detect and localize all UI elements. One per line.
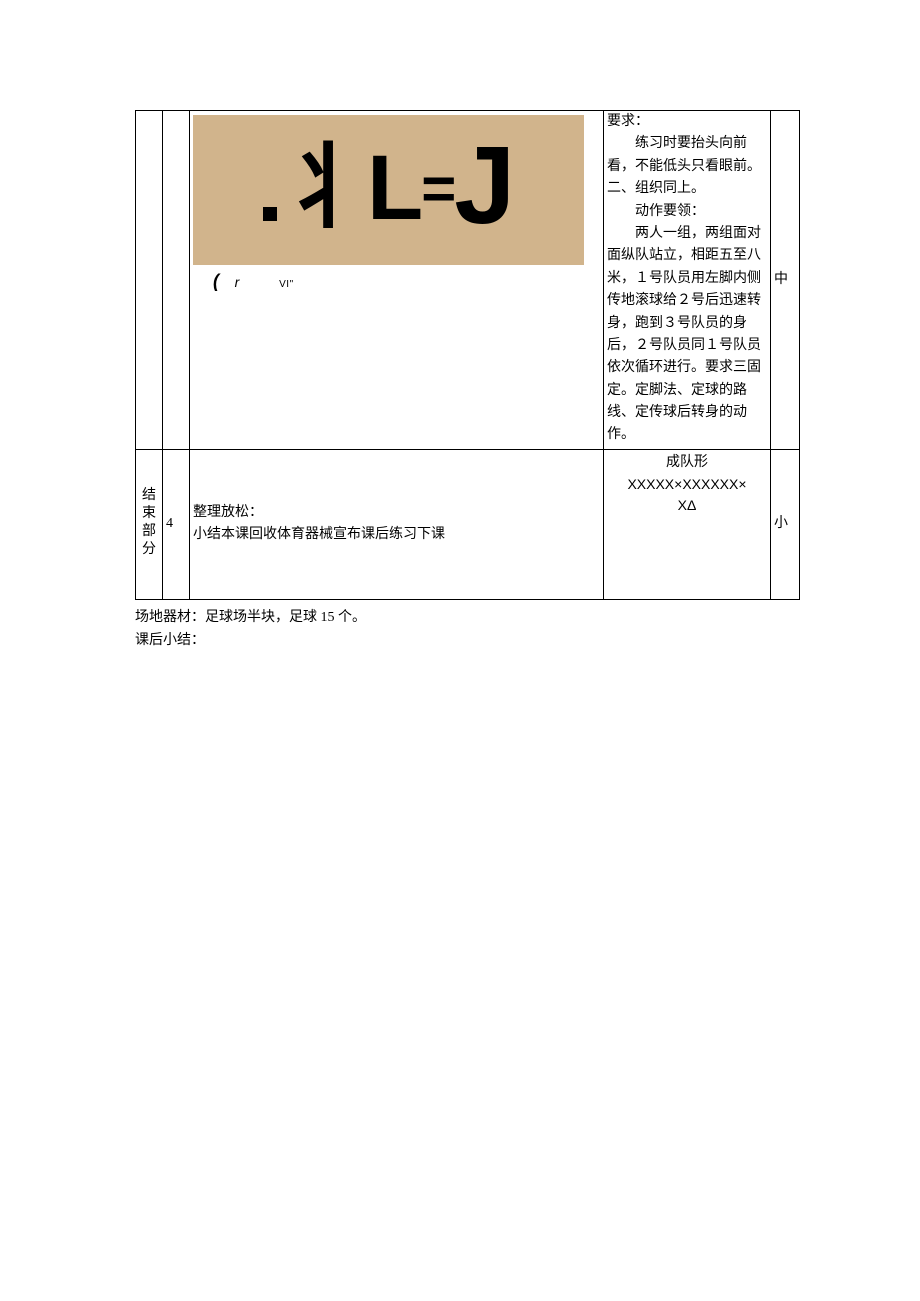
essentials-body: 两人一组，两组面对面纵队站立，相距五至八米，１号队员用左脚内侧传地滚球给２号后迅…: [607, 223, 767, 447]
document-page: 丬L=J ( r VI" 要求： 练习时要抬头向前看，不能低头只看眼前。 二、组…: [0, 0, 920, 653]
lesson-plan-table: 丬L=J ( r VI" 要求： 练习时要抬头向前看，不能低头只看眼前。 二、组…: [135, 110, 800, 600]
caption-paren: (: [213, 271, 219, 291]
formation-line2: XΔ: [607, 495, 767, 516]
requirement-label: 要求：: [607, 111, 767, 133]
level-cell: 中: [771, 111, 800, 450]
equipment-label: 场地器材：: [135, 610, 205, 625]
caption-r: r: [235, 274, 240, 290]
glyph-l: L: [367, 137, 419, 239]
glyph-eq: =: [421, 155, 452, 222]
summary-line: 课后小结：: [135, 629, 800, 653]
formation-heading: 成队形: [607, 452, 767, 474]
level-cell: 小: [771, 449, 800, 599]
glyph-j: J: [454, 131, 511, 241]
formation-line1: XXXXX×XXXXXX×: [607, 474, 767, 495]
content-cell: 整理放松： 小结本课回收体育器械宣布课后练习下课: [190, 449, 604, 599]
content-line1: 整理放松：: [193, 502, 600, 524]
below-image-caption: ( r VI": [213, 267, 600, 296]
caption-vi: VI": [279, 277, 294, 293]
after-table-notes: 场地器材：足球场半块，足球 15 个。 课后小结：: [135, 606, 800, 654]
table-row: 结束部分 4 整理放松： 小结本课回收体育器械宣布课后练习下课 成队形 XXXX…: [136, 449, 800, 599]
num-value: 4: [166, 516, 173, 531]
diagram-image: 丬L=J: [193, 115, 584, 265]
glyph-y: 丬: [279, 137, 367, 239]
section2-label: 二、组织同上。: [607, 178, 767, 200]
section-cell: 结束部分: [136, 449, 163, 599]
section-cell: [136, 111, 163, 450]
content-cell: 丬L=J ( r VI": [190, 111, 604, 450]
equipment-line: 场地器材：足球场半块，足球 15 个。: [135, 606, 800, 630]
organization-cell: 要求： 练习时要抬头向前看，不能低头只看眼前。 二、组织同上。 动作要领： 两人…: [604, 111, 771, 450]
level-value: 小: [774, 516, 788, 531]
equipment-value: 足球场半块，足球 15 个。: [205, 610, 366, 625]
section-label: 结束部分: [142, 487, 156, 560]
content-line2: 小结本课回收体育器械宣布课后练习下课: [193, 524, 600, 546]
num-cell: [163, 111, 190, 450]
requirement-text: 练习时要抬头向前看，不能低头只看眼前。: [607, 133, 767, 178]
table-row: 丬L=J ( r VI" 要求： 练习时要抬头向前看，不能低头只看眼前。 二、组…: [136, 111, 800, 450]
num-cell: 4: [163, 449, 190, 599]
organization-cell: 成队形 XXXXX×XXXXXX× XΔ: [604, 449, 771, 599]
summary-label: 课后小结：: [135, 633, 205, 648]
level-value: 中: [774, 272, 788, 287]
essentials-label: 动作要领：: [607, 201, 767, 223]
diagram-glyphs: 丬L=J: [263, 127, 511, 237]
